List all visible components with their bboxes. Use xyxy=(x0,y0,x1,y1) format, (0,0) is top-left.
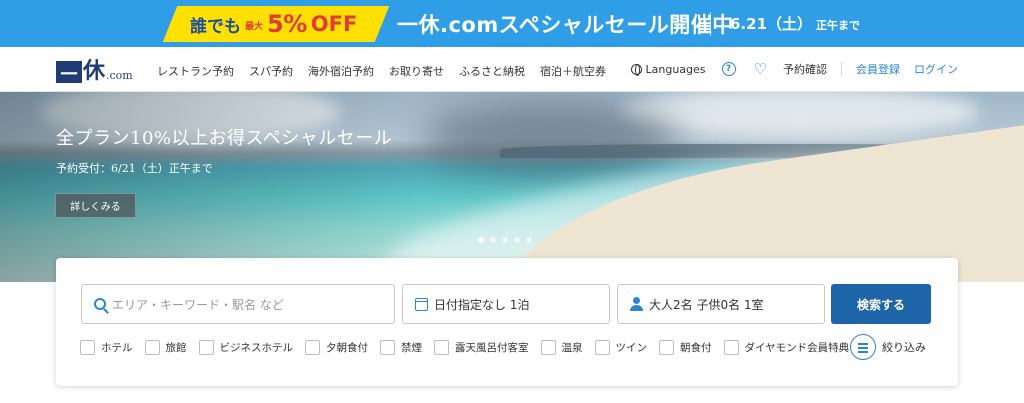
checkbox[interactable] xyxy=(434,340,449,355)
register-link[interactable]: 会員登録 xyxy=(856,61,900,77)
filter-label: ビジネスホテル xyxy=(219,342,294,354)
logo-kanji: 休 xyxy=(83,58,106,84)
hero-storm-cloud xyxy=(420,102,680,172)
reservation-check-link[interactable]: 予約確認 xyxy=(783,61,827,77)
guest-value: 大人2名 子供0名 1室 xyxy=(649,297,764,312)
help-icon[interactable]: ? xyxy=(721,62,736,76)
promo-part1: 誰でも xyxy=(190,16,241,37)
main-nav: レストラン予約 スパ予約 海外宿泊予約 お取り寄せ ふるさと納税 宿泊＋航空券 xyxy=(157,63,606,79)
refine-label: 絞り込み xyxy=(882,341,926,354)
promo-date-value: 6.21（土） xyxy=(730,15,813,33)
heart-icon[interactable]: ♡ xyxy=(754,62,767,77)
filter-breakfast[interactable]: 朝食付 xyxy=(659,340,712,355)
filter-label: 夕朝食付 xyxy=(326,342,368,354)
promo-off: OFF xyxy=(310,12,358,36)
carousel-dot-5[interactable] xyxy=(526,237,532,243)
nav-otoriyose[interactable]: お取り寄せ xyxy=(389,63,444,79)
filter-twin[interactable]: ツイン xyxy=(594,340,648,355)
filter-non-smoking[interactable]: 禁煙 xyxy=(380,340,422,355)
site-logo[interactable]: 一 休 .com xyxy=(56,57,133,85)
promo-discount: 誰でも 最大 5% OFF xyxy=(190,6,357,42)
checkbox[interactable] xyxy=(723,340,739,355)
date-value: 日付指定なし 1泊 xyxy=(434,297,530,312)
filter-dinner-breakfast[interactable]: 夕朝食付 xyxy=(305,340,368,355)
filter-business-hotel[interactable]: ビジネスホテル xyxy=(198,340,294,355)
checkbox[interactable] xyxy=(380,340,395,355)
checkbox[interactable] xyxy=(80,340,95,355)
refine-button[interactable]: 絞り込み xyxy=(850,334,926,360)
filter-list: ホテル 旅館 ビジネスホテル 夕朝食付 禁煙 露天風呂付客室 温泉 ツイン 朝食… xyxy=(80,340,861,355)
nav-hotel-flight[interactable]: 宿泊＋航空券 xyxy=(540,63,606,79)
carousel-dot-2[interactable] xyxy=(490,237,496,243)
carousel-dots xyxy=(478,237,532,243)
area-placeholder: エリア・キーワード・駅名 など xyxy=(112,297,284,312)
promo-banner[interactable]: 誰でも 最大 5% OFF 一休.comスペシャルセール開催中 6.21（土） … xyxy=(0,0,1024,47)
logo-mark: 一 xyxy=(56,61,82,85)
globe-icon xyxy=(630,63,642,76)
hero-title: 全プラン10%以上お得スペシャルセール xyxy=(56,128,393,149)
carousel-dot-1[interactable] xyxy=(478,237,484,243)
login-link[interactable]: ログイン xyxy=(914,61,958,77)
filter-label: ツイン xyxy=(615,342,648,354)
logo-suffix: .com xyxy=(106,69,133,82)
hero-banner[interactable]: 全プラン10%以上お得スペシャルセール 予約受付：6/21（土）正午まで 詳しく… xyxy=(0,92,1024,282)
person-icon xyxy=(630,297,643,311)
filter-label: 禁煙 xyxy=(401,342,422,354)
calendar-icon xyxy=(415,297,428,311)
header-actions: Languages ? ♡ 予約確認 会員登録 ログイン xyxy=(630,61,958,77)
filter-label: 朝食付 xyxy=(680,342,712,354)
guest-field[interactable]: 大人2名 子供0名 1室 xyxy=(617,284,825,324)
promo-small-label: 最大 xyxy=(245,22,264,32)
search-panel: エリア・キーワード・駅名 など 日付指定なし 1泊 大人2名 子供0名 1室 検… xyxy=(56,258,958,386)
date-field[interactable]: 日付指定なし 1泊 xyxy=(402,284,610,324)
nav-spa[interactable]: スパ予約 xyxy=(249,63,293,79)
nav-overseas-hotel[interactable]: 海外宿泊予約 xyxy=(308,63,374,79)
filter-ryokan[interactable]: 旅館 xyxy=(144,340,187,355)
checkbox[interactable] xyxy=(144,340,160,355)
filter-label: 旅館 xyxy=(165,342,187,354)
filter-label: 露天風呂付客室 xyxy=(455,342,529,354)
promo-date: 6.21（土） 正午まで xyxy=(730,13,860,34)
area-search-input[interactable]: エリア・キーワード・駅名 など xyxy=(81,284,395,324)
hero-details-button[interactable]: 詳しくみる xyxy=(55,193,136,218)
filter-hotel[interactable]: ホテル xyxy=(80,340,133,355)
carousel-dot-4[interactable] xyxy=(514,237,520,243)
hero-subtitle: 予約受付：6/21（土）正午まで xyxy=(56,162,213,175)
filter-open-air-bath[interactable]: 露天風呂付客室 xyxy=(434,340,529,355)
nav-furusato[interactable]: ふるさと納税 xyxy=(459,63,525,79)
filter-onsen[interactable]: 温泉 xyxy=(540,340,583,355)
search-button[interactable]: 検索する xyxy=(831,284,931,324)
checkbox[interactable] xyxy=(540,340,556,355)
languages-button[interactable]: Languages xyxy=(630,62,706,76)
filter-label: 温泉 xyxy=(561,342,583,354)
promo-percent: 5% xyxy=(267,10,307,38)
header-divider xyxy=(841,62,842,76)
filter-diamond-member[interactable]: ダイヤモンド会員特典 xyxy=(723,340,850,355)
nav-restaurant[interactable]: レストラン予約 xyxy=(157,63,234,79)
carousel-dot-3[interactable] xyxy=(502,237,508,243)
filter-sliders-icon xyxy=(850,334,876,360)
hero-shade xyxy=(0,92,420,282)
checkbox[interactable] xyxy=(594,340,610,355)
languages-label: Languages xyxy=(645,62,706,76)
filter-label: ホテル xyxy=(101,342,133,354)
site-header: 一 休 .com レストラン予約 スパ予約 海外宿泊予約 お取り寄せ ふるさと納… xyxy=(0,47,1024,92)
promo-date-sub: 正午まで xyxy=(816,19,861,32)
promo-headline: 一休.comスペシャルセール開催中 xyxy=(397,13,734,37)
filter-label: ダイヤモンド会員特典 xyxy=(744,342,850,354)
promo-divider xyxy=(710,12,711,36)
checkbox[interactable] xyxy=(659,340,674,355)
checkbox[interactable] xyxy=(305,340,320,355)
search-icon xyxy=(94,298,106,310)
checkbox[interactable] xyxy=(198,340,214,355)
